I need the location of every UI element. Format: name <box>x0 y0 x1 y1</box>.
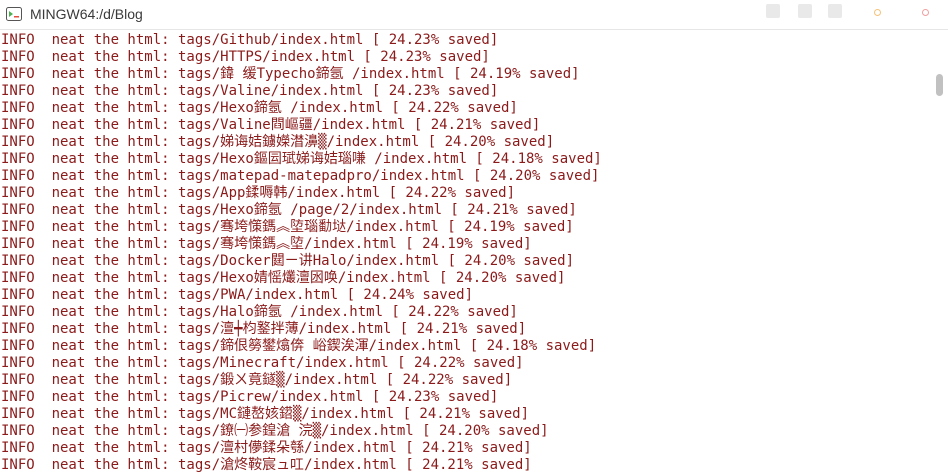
terminal-line: INFO neat the html: tags/MC鏈嶅姟鍣▒/index.h… <box>1 406 530 422</box>
terminal-line: INFO neat the html: tags/骞垮憡鎷︽埅瑙勫垯/index… <box>1 219 574 235</box>
git-bash-icon <box>6 7 22 21</box>
terminal-window: MINGW64:/d/Blog INFO neat the html: tags… <box>0 0 948 475</box>
terminal-line: INFO neat the html: tags/Minecraft/index… <box>1 355 524 371</box>
window-title: MINGW64:/d/Blog <box>30 6 143 22</box>
terminal-line: INFO neat the html: tags/Github/index.ht… <box>1 32 499 48</box>
terminal-line: INFO neat the html: tags/鐐㈠参鍠滄 浣▒/index.… <box>1 423 549 439</box>
title-bar[interactable]: MINGW64:/d/Blog <box>0 0 948 30</box>
terminal-line: INFO neat the html: tags/骞垮憡鎷︽埅/index.ht… <box>1 236 532 252</box>
background-app-icon <box>766 4 780 18</box>
close-button[interactable] <box>922 9 929 16</box>
background-app-icon <box>828 4 842 18</box>
terminal-output[interactable]: INFO neat the html: tags/Github/index.ht… <box>0 30 932 475</box>
terminal-line: INFO neat the html: tags/澶村儚鍒朵綔/index.ht… <box>1 440 532 456</box>
terminal-line: INFO neat the html: tags/Hexo鏂囩珷娣诲姞瑙嗛 /i… <box>1 151 602 167</box>
terminal-line: INFO neat the html: tags/HTTPS/index.htm… <box>1 49 490 65</box>
terminal-line: INFO neat the html: tags/Hexo鍗氬 /index.h… <box>1 100 518 116</box>
terminal-line: INFO neat the html: tags/Valine/index.ht… <box>1 83 499 99</box>
terminal-line: INFO neat the html: tags/PWA/index.html … <box>1 287 474 303</box>
terminal-line: INFO neat the html: tags/matepad-matepad… <box>1 168 600 184</box>
terminal-line: INFO neat the html: tags/Halo鍗氬 /index.h… <box>1 304 518 320</box>
scrollbar-thumb[interactable] <box>936 74 943 96</box>
terminal-line: INFO neat the html: tags/娣诲姞鐪嬫澘濞▒/index.… <box>1 134 555 150</box>
terminal-line: INFO neat the html: tags/Hexo婧愮爜澶囦唤/inde… <box>1 270 566 286</box>
terminal-line: INFO neat the html: tags/滄炵鞍宸ュ叿/index.ht… <box>1 457 532 473</box>
background-app-icon <box>798 4 812 18</box>
minimize-button[interactable] <box>874 9 881 16</box>
terminal-line: INFO neat the html: tags/Hexo鍗氬 /page/2/… <box>1 202 577 218</box>
terminal-line: INFO neat the html: tags/鍛ㄨ竟鐩▒/index.htm… <box>1 372 513 388</box>
terminal-line: INFO neat the html: tags/App鍒嗕韩/index.ht… <box>1 185 516 201</box>
terminal-line: INFO neat the html: tags/澶┿枃鐜拌薄/index.ht… <box>1 321 527 337</box>
terminal-line: INFO neat the html: tags/Picrew/index.ht… <box>1 389 499 405</box>
terminal-line: INFO neat the html: tags/Docker閮ㄧ讲Halo/i… <box>1 253 575 269</box>
vertical-scrollbar[interactable] <box>932 30 948 475</box>
terminal-line: INFO neat the html: tags/Valine閰嶇疆/index… <box>1 117 541 133</box>
terminal-line: INFO neat the html: tags/鍏 缓Typecho鍗氬 /i… <box>1 66 580 82</box>
terminal-line: INFO neat the html: tags/鍗佷簩鐢熻倴 峪鍥涘渾/ind… <box>1 338 597 354</box>
